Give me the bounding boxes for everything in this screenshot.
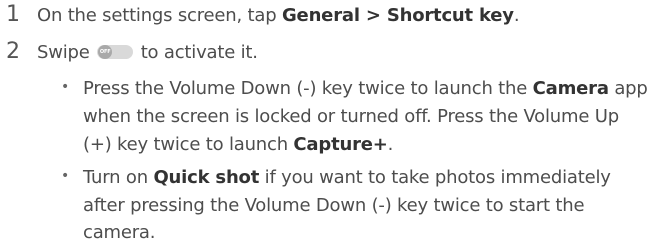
bullet-1-line-1: Press the Volume Down (-) key twice to l… [83, 75, 648, 103]
toggle-knob: OFF [98, 45, 113, 59]
quick-shot-option: Quick shot [153, 167, 260, 188]
step-number-2: 2 [6, 39, 20, 64]
step-1-text-before: On the settings screen, tap [37, 5, 282, 26]
step-number-1: 1 [6, 2, 20, 27]
bullet-1-line-3-end: . [387, 134, 394, 155]
bullet-2-line-3: camera. [83, 222, 156, 243]
camera-app-name: Camera [532, 78, 609, 99]
bullet-2-line-1-end: if you want to take photos immediately [259, 167, 611, 188]
bullet-1-line-1-end: app [608, 78, 648, 99]
step-2-text-after: to activate it. [135, 42, 258, 63]
menu-shortcut-key: Shortcut key [386, 5, 514, 26]
bullet-2-line-1: Turn on Quick shot if you want to take p… [83, 164, 611, 192]
capture-plus-app-name: Capture+ [293, 134, 388, 155]
menu-general: General [281, 5, 360, 26]
toggle-switch-icon: OFF [97, 45, 134, 59]
bullet-2-marker: • [61, 168, 70, 184]
menu-separator: > [359, 5, 387, 26]
bullet-1-marker: • [61, 79, 70, 95]
step-2-text: Swipe OFF to activate it. [37, 39, 258, 67]
bullet-1-line-1-text: Press the Volume Down (-) key twice to l… [83, 78, 533, 99]
bullet-2-line-2: after pressing the Volume Down (-) key t… [83, 195, 585, 216]
bullet-1-line-3-text: (+) key twice to launch [83, 134, 294, 155]
bullet-1-line-2: when the screen is locked or turned off.… [83, 106, 619, 127]
step-1-text: On the settings screen, tap General > Sh… [37, 2, 520, 30]
bullet-2-line-1-text: Turn on [83, 167, 154, 188]
step-2-text-before: Swipe [37, 42, 96, 63]
bullet-1-line-3: (+) key twice to launch Capture+. [83, 131, 393, 159]
step-1-text-after: . [513, 5, 520, 26]
